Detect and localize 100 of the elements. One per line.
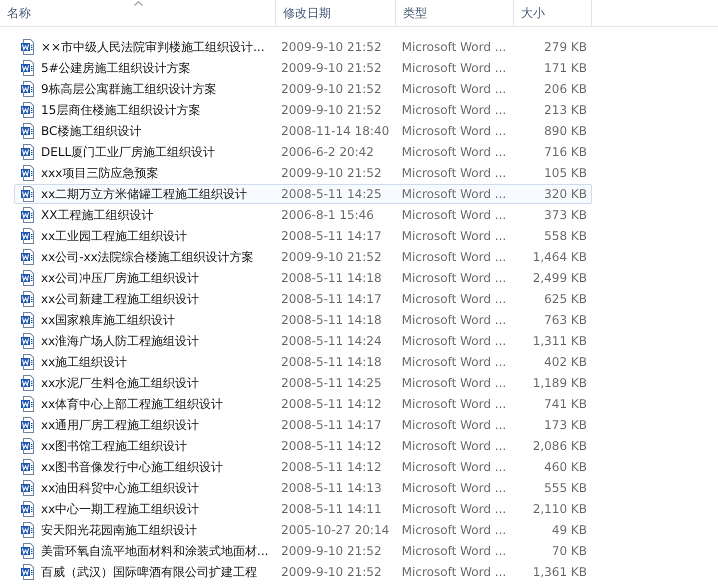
file-name: xx国家粮库施工组织设计 (41, 312, 176, 328)
file-row[interactable]: xxx项目三防应急预案 2009-9-10 21:52 Microsoft Word ... 105 KB (14, 163, 592, 183)
file-row[interactable]: 百威（武汉）国际啤酒有限公司扩建工程 2009-9-10 21:52 Microsoft Word ... 1,361 KB (14, 562, 592, 582)
modified-date: 2008-5-11 14:24 (281, 334, 382, 348)
modified-date: 2006-6-2 20:42 (281, 145, 374, 159)
file-size: 2,110 KB (532, 502, 587, 516)
word-document-icon (20, 249, 36, 265)
file-row[interactable]: 9栋高层公寓群施工组织设计方案 2009-9-10 21:52 Microsoft Word ... 206 KB (14, 79, 592, 99)
file-row[interactable]: xx工业园工程施工组织设计 2008-5-11 14:17 Microsoft Word ... 558 KB (14, 226, 592, 246)
file-type: Microsoft Word ... (402, 103, 506, 117)
word-document-icon (20, 396, 36, 412)
file-type: Microsoft Word ... (402, 208, 506, 222)
modified-date: 2008-11-14 18:40 (281, 124, 390, 138)
file-name: xxx项目三防应急预案 (41, 164, 158, 182)
file-size: 741 KB (544, 397, 587, 411)
file-name: xx体育中心上部工程施工组织设计 (41, 396, 224, 412)
file-row[interactable]: xx体育中心上部工程施工组织设计 2008-5-11 14:12 Microsoft Word ... 741 KB (14, 394, 592, 414)
file-name: 15层商住楼施工组织设计方案 (41, 102, 200, 118)
file-size: 173 KB (544, 418, 587, 432)
file-row[interactable]: xx施工组织设计 2008-5-11 14:18 Microsoft Word ... 402 KB (14, 352, 592, 372)
file-name: BC楼施工组织设计 (41, 122, 142, 140)
word-document-icon (20, 438, 36, 454)
file-row[interactable]: xx公司-xx法院综合楼施工组织设计方案 2009-9-10 21:52 Microsoft Word ... 1,464 KB (14, 247, 592, 267)
file-row[interactable]: xx国家粮库施工组织设计 2008-5-11 14:18 Microsoft Word ... 763 KB (14, 310, 592, 330)
word-document-icon (20, 165, 36, 181)
column-header[interactable]: 大小 (514, 0, 592, 26)
file-name: xx二期万立方米储罐工程施工组织设计 (41, 186, 248, 202)
file-type: Microsoft Word ... (402, 481, 506, 495)
file-row[interactable]: ××市中级人民法院审判楼施工组织设计... 2009-9-10 21:52 Microsoft Word ... 279 KB (14, 37, 592, 57)
file-row[interactable]: XX工程施工组织设计 2006-8-1 15:46 Microsoft Word ... 373 KB (14, 205, 592, 225)
file-row[interactable]: xx公司新建工程施工组织设计 2008-5-11 14:17 Microsoft Word ... 625 KB (14, 289, 592, 309)
file-type: Microsoft Word ... (402, 40, 506, 54)
word-document-icon (20, 102, 36, 118)
file-size: 105 KB (544, 166, 587, 180)
file-size: 206 KB (544, 82, 587, 96)
file-row[interactable]: xx图书音像发行中心施工组织设计 2008-5-11 14:12 Microsoft Word ... 460 KB (14, 457, 592, 477)
modified-date: 2008-5-11 14:25 (281, 187, 382, 201)
word-document-icon (20, 228, 36, 244)
file-row[interactable]: DELL厦门工业厂房施工组织设计 2006-6-2 20:42 Microsoft Word ... 716 KB (14, 142, 592, 162)
file-name: xx图书音像发行中心施工组织设计 (41, 458, 224, 476)
column-header[interactable]: 类型 (396, 0, 514, 26)
file-name: 5#公建房施工组织设计方案 (41, 60, 191, 76)
file-row[interactable]: xx油田科贸中心施工组织设计 2008-5-11 14:13 Microsoft Word ... 555 KB (14, 478, 592, 498)
word-document-icon (20, 207, 36, 223)
file-row[interactable]: 15层商住楼施工组织设计方案 2009-9-10 21:52 Microsoft Word ... 213 KB (14, 100, 592, 120)
file-row[interactable]: xx水泥厂生料仓施工组织设计 2008-5-11 14:25 Microsoft Word ... 1,189 KB (14, 373, 592, 393)
file-name: 9栋高层公寓群施工组织设计方案 (41, 80, 217, 98)
file-size: 625 KB (544, 292, 587, 306)
file-type: Microsoft Word ... (402, 355, 506, 369)
file-row[interactable]: xx通用厂房工程施工组织设计 2008-5-11 14:17 Microsoft Word ... 173 KB (14, 415, 592, 435)
file-type: Microsoft Word ... (402, 124, 506, 138)
word-document-icon (20, 543, 36, 559)
file-name: xx公司-xx法院综合楼施工组织设计方案 (41, 248, 254, 266)
file-type: Microsoft Word ... (402, 544, 506, 558)
modified-date: 2009-9-10 21:52 (281, 544, 382, 558)
file-size: 49 KB (552, 523, 587, 537)
file-row[interactable]: 5#公建房施工组织设计方案 2009-9-10 21:52 Microsoft Word ... 171 KB (14, 58, 592, 78)
file-row[interactable]: xx二期万立方米储罐工程施工组织设计 2008-5-11 14:25 Microsoft Word ... 320 KB (14, 184, 592, 204)
file-type: Microsoft Word ... (402, 250, 506, 264)
file-size: 1,189 KB (532, 376, 587, 390)
word-document-icon (20, 39, 36, 55)
modified-date: 2009-9-10 21:52 (281, 250, 382, 264)
file-row[interactable]: BC楼施工组织设计 2008-11-14 18:40 Microsoft Word ... 890 KB (14, 121, 592, 141)
modified-date: 2009-9-10 21:52 (281, 103, 382, 117)
file-row[interactable]: 美雷环氧自流平地面材料和涂装式地面材... 2009-9-10 21:52 Microsoft Word ... 70 KB (14, 541, 592, 561)
file-row[interactable]: xx公司冲压厂房施工组织设计 2008-5-11 14:18 Microsoft Word ... 2,499 KB (14, 268, 592, 288)
file-row[interactable]: xx中心一期工程施工组织设计 2008-5-11 14:11 Microsoft Word ... 2,110 KB (14, 499, 592, 519)
file-type: Microsoft Word ... (402, 292, 506, 306)
column-header[interactable]: 名称 (0, 0, 276, 26)
file-size: 763 KB (544, 313, 587, 327)
file-type: Microsoft Word ... (402, 61, 506, 75)
modified-date: 2008-5-11 14:12 (281, 397, 382, 411)
word-document-icon (20, 123, 36, 139)
file-type: Microsoft Word ... (402, 439, 506, 453)
file-size: 460 KB (544, 460, 587, 474)
file-size: 373 KB (544, 208, 587, 222)
file-name: 百威（武汉）国际啤酒有限公司扩建工程 (41, 564, 257, 580)
file-name: xx施工组织设计 (41, 354, 128, 370)
file-type: Microsoft Word ... (402, 313, 506, 327)
word-document-icon (20, 459, 36, 475)
file-type: Microsoft Word ... (402, 523, 506, 537)
file-name: xx公司新建工程施工组织设计 (41, 290, 200, 308)
modified-date: 2008-5-11 14:12 (281, 439, 382, 453)
word-document-icon (20, 354, 36, 370)
column-header[interactable]: 修改日期 (276, 0, 396, 26)
file-size: 1,464 KB (532, 250, 587, 264)
file-type: Microsoft Word ... (402, 376, 506, 390)
file-row[interactable]: xx图书馆工程施工组织设计 2008-5-11 14:12 Microsoft Word ... 2,086 KB (14, 436, 592, 456)
file-size: 716 KB (544, 145, 587, 159)
file-row[interactable]: xx淮海广场人防工程施组设计 2008-5-11 14:24 Microsoft Word ... 1,311 KB (14, 331, 592, 351)
modified-date: 2009-9-10 21:52 (281, 166, 382, 180)
modified-date: 2008-5-11 14:13 (281, 481, 382, 495)
file-size: 320 KB (544, 187, 587, 201)
file-size: 2,086 KB (532, 439, 587, 453)
file-type: Microsoft Word ... (402, 166, 506, 180)
file-row[interactable]: 安天阳光花园南施工组织设计 2005-10-27 20:14 Microsoft Word ... 49 KB (14, 520, 592, 540)
word-document-icon (20, 144, 36, 160)
modified-date: 2009-9-10 21:52 (281, 565, 382, 579)
word-document-icon (20, 81, 36, 97)
file-size: 402 KB (544, 355, 587, 369)
